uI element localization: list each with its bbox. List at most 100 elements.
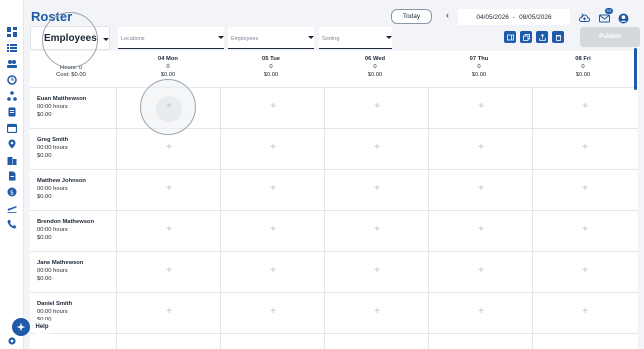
add-shift-button[interactable]: + bbox=[164, 266, 174, 276]
phone-icon[interactable] bbox=[6, 218, 18, 230]
scrollbar[interactable] bbox=[634, 48, 637, 90]
date-range-picker[interactable]: 04/05/2026 - 08/05/2026 bbox=[458, 9, 570, 25]
cloud-upload-icon[interactable] bbox=[578, 11, 591, 22]
building-icon[interactable] bbox=[6, 154, 18, 166]
employee-cost: $0.00 bbox=[37, 112, 52, 118]
add-shift-button[interactable]: + bbox=[268, 184, 278, 194]
settings-icon[interactable] bbox=[6, 335, 18, 347]
chevron-down-icon bbox=[218, 36, 224, 39]
list-icon[interactable] bbox=[6, 42, 18, 54]
add-shift-button[interactable]: + bbox=[372, 307, 382, 317]
add-shift-button[interactable]: + bbox=[372, 225, 382, 235]
roster-grid: Hours: 0 Cost: $0.00 04 Mon 0 $0.00 05 T… bbox=[30, 51, 638, 349]
view-toggle-button[interactable] bbox=[504, 31, 516, 43]
day-count: 0 bbox=[581, 64, 585, 70]
sorting-select[interactable]: Sorting bbox=[319, 27, 392, 49]
help-button[interactable] bbox=[12, 318, 30, 336]
summary-cost: Cost: $0.00 bbox=[56, 72, 86, 78]
sorting-placeholder: Sorting bbox=[322, 36, 340, 42]
grid-divider bbox=[30, 87, 638, 88]
add-shift-button[interactable]: + bbox=[476, 184, 486, 194]
people-icon[interactable] bbox=[6, 58, 18, 70]
grid-divider bbox=[116, 87, 117, 349]
add-shift-button[interactable]: + bbox=[268, 266, 278, 276]
add-shift-button[interactable]: + bbox=[580, 184, 590, 194]
add-shift-button[interactable]: + bbox=[476, 143, 486, 153]
day-header-tue: 05 Tue 0 $0.00 bbox=[221, 55, 321, 79]
add-shift-button[interactable]: + bbox=[476, 102, 486, 112]
date-separator: - bbox=[512, 13, 516, 21]
day-label: 06 Wed bbox=[364, 56, 386, 62]
date-from: 04/05/2026 bbox=[476, 13, 509, 21]
add-shift-button[interactable]: + bbox=[476, 307, 486, 317]
employee-name: Daniel Smith bbox=[37, 301, 73, 307]
add-shift-button[interactable]: + bbox=[372, 102, 382, 112]
day-cost: $0.00 bbox=[160, 72, 176, 78]
day-header-mon: 04 Mon 0 $0.00 bbox=[118, 55, 218, 79]
locations-select[interactable]: Locations bbox=[118, 27, 224, 49]
add-shift-button[interactable]: + bbox=[164, 102, 174, 112]
add-shift-button[interactable]: + bbox=[164, 143, 174, 153]
day-label: 07 Thu bbox=[469, 56, 489, 62]
today-button[interactable]: Today bbox=[391, 9, 432, 24]
clock-icon[interactable] bbox=[6, 74, 18, 86]
grid-divider bbox=[30, 169, 638, 170]
add-shift-button[interactable]: + bbox=[580, 266, 590, 276]
employee-row-label: Brendon Mathewson 00:00 hours $0.00 bbox=[37, 218, 94, 242]
day-count: 0 bbox=[477, 64, 481, 70]
add-shift-button[interactable]: + bbox=[164, 225, 174, 235]
employee-name: Brendon Mathewson bbox=[37, 219, 95, 225]
add-shift-button[interactable]: + bbox=[164, 307, 174, 317]
document-icon[interactable] bbox=[6, 106, 18, 118]
add-shift-button[interactable]: + bbox=[372, 266, 382, 276]
dashboard-icon[interactable] bbox=[6, 26, 18, 38]
add-shift-button[interactable]: + bbox=[580, 307, 590, 317]
employee-hours: 00:00 hours bbox=[37, 104, 68, 110]
grid-divider bbox=[30, 292, 638, 293]
grid-divider bbox=[30, 333, 638, 334]
add-shift-button[interactable]: + bbox=[580, 102, 590, 112]
account-icon[interactable] bbox=[618, 11, 629, 24]
add-shift-button[interactable]: + bbox=[268, 225, 278, 235]
add-shift-button[interactable]: + bbox=[476, 225, 486, 235]
employees-select[interactable]: Employees bbox=[228, 27, 314, 49]
chevron-down-icon bbox=[386, 36, 392, 39]
add-shift-button[interactable]: + bbox=[268, 102, 278, 112]
day-header-thu: 07 Thu 0 $0.00 bbox=[429, 55, 529, 79]
add-shift-button[interactable]: + bbox=[580, 143, 590, 153]
org-chart-icon[interactable] bbox=[6, 90, 18, 102]
location-pin-icon[interactable] bbox=[6, 138, 18, 150]
calendar-icon[interactable] bbox=[6, 122, 18, 134]
chevron-left-icon[interactable]: ‹ bbox=[446, 10, 449, 20]
dollar-icon[interactable]: $ bbox=[6, 186, 18, 198]
plane-icon[interactable] bbox=[6, 202, 18, 214]
add-shift-button[interactable]: + bbox=[164, 184, 174, 194]
help-label[interactable]: Help bbox=[30, 320, 54, 334]
svg-text:$: $ bbox=[10, 188, 14, 196]
add-shift-button[interactable]: + bbox=[372, 143, 382, 153]
copy-button[interactable] bbox=[520, 31, 532, 43]
day-label: 05 Tue bbox=[262, 56, 280, 62]
grid-divider bbox=[220, 87, 221, 349]
add-shift-button[interactable]: + bbox=[580, 225, 590, 235]
employee-hours: 00:00 hours bbox=[37, 309, 68, 315]
file-icon[interactable] bbox=[6, 170, 18, 182]
day-count: 0 bbox=[166, 64, 170, 70]
delete-button[interactable] bbox=[552, 31, 564, 43]
employee-cost: $0.00 bbox=[37, 235, 52, 241]
day-label: 04 Mon bbox=[158, 56, 178, 62]
employee-name: Greg Smith bbox=[37, 137, 69, 143]
employee-hours: 00:00 hours bbox=[37, 268, 68, 274]
employee-hours: 00:00 hours bbox=[37, 227, 68, 233]
publish-button[interactable]: Publish bbox=[580, 27, 640, 47]
add-shift-button[interactable]: + bbox=[268, 143, 278, 153]
day-cost: $0.00 bbox=[367, 72, 383, 78]
add-shift-button[interactable]: + bbox=[268, 307, 278, 317]
grid-divider bbox=[30, 128, 638, 129]
add-shift-button[interactable]: + bbox=[372, 184, 382, 194]
day-header-fri: 08 Fri 0 $0.00 bbox=[533, 55, 633, 79]
filter-bar: Employees Locations Employees Sorting Pu… bbox=[30, 26, 644, 50]
export-button[interactable] bbox=[536, 31, 548, 43]
add-shift-button[interactable]: + bbox=[476, 266, 486, 276]
day-cost: $0.00 bbox=[575, 72, 591, 78]
